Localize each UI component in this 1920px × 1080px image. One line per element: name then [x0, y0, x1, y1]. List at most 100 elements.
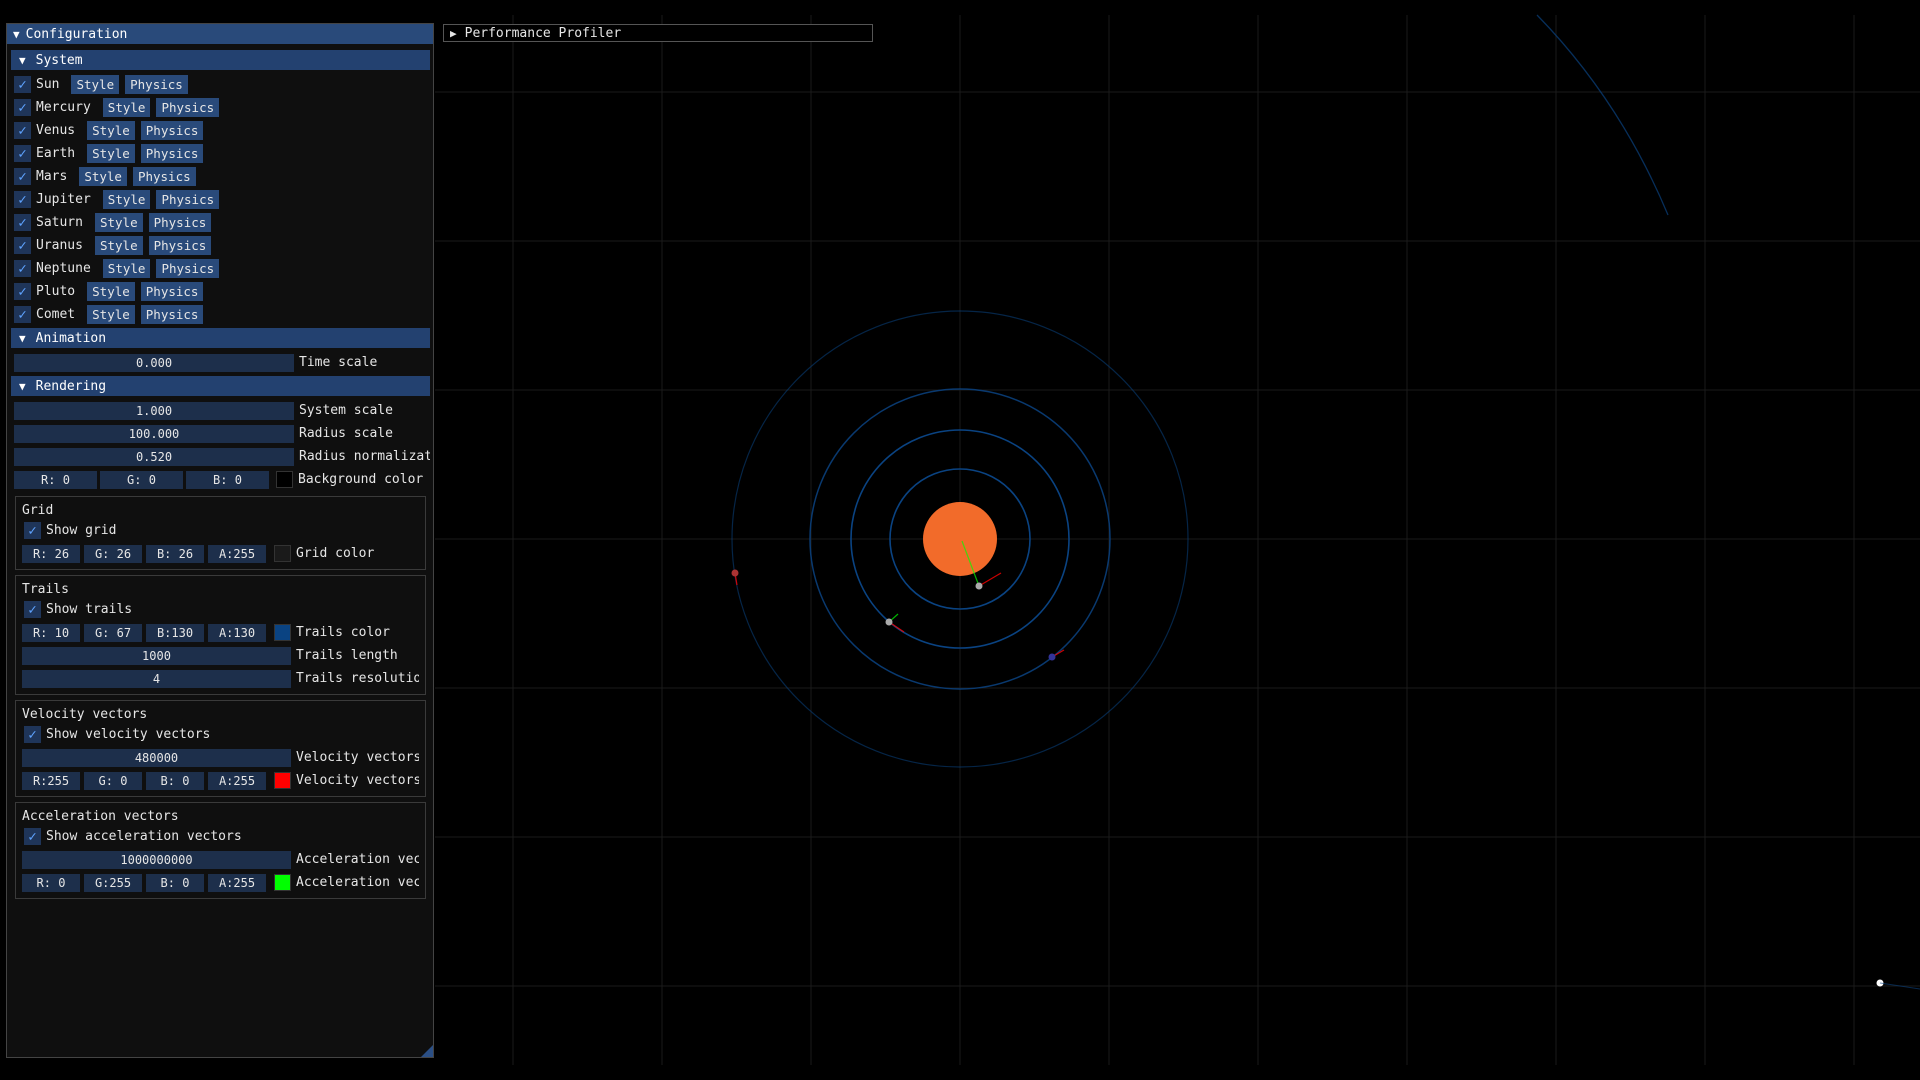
body-name: Saturn [36, 215, 83, 230]
system-header[interactable]: ▼ System [11, 50, 430, 70]
body-name: Mars [36, 169, 68, 184]
body-style-button[interactable]: Style [94, 236, 143, 255]
body-row-comet: ✓ Comet Style Physics [11, 303, 430, 326]
body-style-button[interactable]: Style [87, 121, 135, 140]
acceleration-r-input[interactable]: R: 0 [22, 873, 80, 892]
body-style-button[interactable]: Style [87, 144, 135, 163]
velocity-a-input[interactable]: A:255 [208, 771, 266, 790]
acceleration-color-swatch[interactable] [274, 874, 291, 891]
rendering-header[interactable]: ▼ Rendering [11, 376, 430, 396]
bg-r-input[interactable]: R: 0 [14, 470, 97, 489]
body-visible-checkbox[interactable]: ✓ [14, 145, 31, 162]
body-physics-button[interactable]: Physics [148, 213, 212, 232]
bg-g-input[interactable]: G: 0 [100, 470, 183, 489]
body-visible-checkbox[interactable]: ✓ [14, 306, 31, 323]
body-style-button[interactable]: Style [87, 282, 135, 301]
body-physics-button[interactable]: Physics [148, 236, 212, 255]
body-visible-checkbox[interactable]: ✓ [14, 283, 31, 300]
collapse-arrow-icon: ▼ [19, 53, 26, 67]
configuration-title-bar[interactable]: ▼ Configuration [7, 24, 433, 44]
body-physics-button[interactable]: Physics [140, 305, 204, 324]
show-trails-checkbox[interactable]: ✓ [24, 601, 41, 618]
body-row-mercury: ✓ Mercury Style Physics [11, 96, 430, 119]
body-row-earth: ✓ Earth Style Physics [11, 142, 430, 165]
grid-a-input[interactable]: A:255 [208, 544, 266, 563]
body-style-button[interactable]: Style [87, 305, 135, 324]
planet-venus[interactable] [885, 618, 893, 626]
body-style-button[interactable]: Style [102, 190, 151, 209]
grid-r-input[interactable]: R: 26 [22, 544, 80, 563]
body-physics-button[interactable]: Physics [140, 282, 204, 301]
velocity-g-input[interactable]: G: 0 [84, 771, 142, 790]
radius-normalization-label: Radius normalization [299, 449, 430, 464]
show-velocity-checkbox[interactable]: ✓ [24, 726, 41, 743]
sun-body[interactable] [923, 502, 997, 576]
trails-r-input[interactable]: R: 10 [22, 623, 80, 642]
collapse-arrow-icon: ▼ [19, 331, 26, 345]
time-scale-input[interactable]: 0.000 [14, 353, 294, 372]
body-physics-button[interactable]: Physics [140, 121, 204, 140]
time-scale-label: Time scale [299, 355, 378, 370]
velocity-b-input[interactable]: B: 0 [146, 771, 204, 790]
body-physics-button[interactable]: Physics [125, 75, 188, 94]
body-physics-button[interactable]: Physics [156, 259, 220, 278]
body-visible-checkbox[interactable]: ✓ [14, 237, 31, 254]
acceleration-g-input[interactable]: G:255 [84, 873, 142, 892]
body-style-button[interactable]: Style [102, 259, 151, 278]
trails-b-input[interactable]: B:130 [146, 623, 204, 642]
collapse-arrow-icon[interactable]: ▼ [13, 28, 20, 41]
show-grid-checkbox[interactable]: ✓ [24, 522, 41, 539]
trails-group: Trails ✓ Show trails R: 10 G: 67 B:130 A… [15, 575, 426, 695]
body-style-button[interactable]: Style [94, 213, 143, 232]
performance-profiler-window[interactable]: ▶ Performance Profiler [443, 24, 873, 42]
orbit-trails [731, 14, 1669, 768]
acceleration-length-input[interactable]: 1000000000 [22, 850, 291, 869]
trails-g-input[interactable]: G: 67 [84, 623, 142, 642]
configuration-window[interactable]: ▼ Configuration ▼ System ✓ Sun Style Physic… [6, 23, 434, 1058]
expand-arrow-icon[interactable]: ▶ [450, 27, 457, 40]
trails-title: Trails [22, 581, 69, 597]
body-visible-checkbox[interactable]: ✓ [14, 260, 31, 277]
grid-b-input[interactable]: B: 26 [146, 544, 204, 563]
animation-header[interactable]: ▼ Animation [11, 328, 430, 348]
show-acceleration-checkbox[interactable]: ✓ [24, 828, 41, 845]
body-style-button[interactable]: Style [102, 98, 151, 117]
body-style-button[interactable]: Style [71, 75, 120, 94]
trails-length-label: Trails length [296, 648, 398, 663]
planet-earth[interactable] [975, 582, 983, 590]
body-row-neptune: ✓ Neptune Style Physics [11, 257, 430, 280]
trails-color-swatch[interactable] [274, 624, 291, 641]
velocity-r-input[interactable]: R:255 [22, 771, 80, 790]
body-physics-button[interactable]: Physics [156, 98, 220, 117]
body-visible-checkbox[interactable]: ✓ [14, 214, 31, 231]
acceleration-a-input[interactable]: A:255 [208, 873, 266, 892]
background-color-swatch[interactable] [276, 471, 293, 488]
radius-scale-input[interactable]: 100.000 [14, 424, 294, 443]
trails-resolution-input[interactable]: 4 [22, 669, 291, 688]
bg-b-input[interactable]: B: 0 [186, 470, 269, 489]
planet-mars[interactable] [1048, 653, 1056, 661]
body-visible-checkbox[interactable]: ✓ [14, 122, 31, 139]
velocity-length-input[interactable]: 480000 [22, 748, 291, 767]
body-physics-button[interactable]: Physics [140, 144, 204, 163]
body-style-button[interactable]: Style [79, 167, 127, 186]
body-visible-checkbox[interactable]: ✓ [14, 191, 31, 208]
section-label: Animation [35, 330, 107, 346]
body-row-jupiter: ✓ Jupiter Style Physics [11, 188, 430, 211]
planet-jupiter[interactable] [731, 569, 739, 577]
radius-normalization-input[interactable]: 0.520 [14, 447, 294, 466]
body-physics-button[interactable]: Physics [156, 190, 220, 209]
acceleration-b-input[interactable]: B: 0 [146, 873, 204, 892]
system-scale-input[interactable]: 1.000 [14, 401, 294, 420]
trails-a-input[interactable]: A:130 [208, 623, 266, 642]
body-visible-checkbox[interactable]: ✓ [14, 168, 31, 185]
grid-g-input[interactable]: G: 26 [84, 544, 142, 563]
body-visible-checkbox[interactable]: ✓ [14, 99, 31, 116]
body-row-sun: ✓ Sun Style Physics [11, 73, 430, 96]
trails-length-input[interactable]: 1000 [22, 646, 291, 665]
grid-color-swatch[interactable] [274, 545, 291, 562]
resize-grip-icon[interactable] [421, 1045, 433, 1057]
body-visible-checkbox[interactable]: ✓ [14, 76, 31, 93]
body-physics-button[interactable]: Physics [132, 167, 196, 186]
velocity-color-swatch[interactable] [274, 772, 291, 789]
